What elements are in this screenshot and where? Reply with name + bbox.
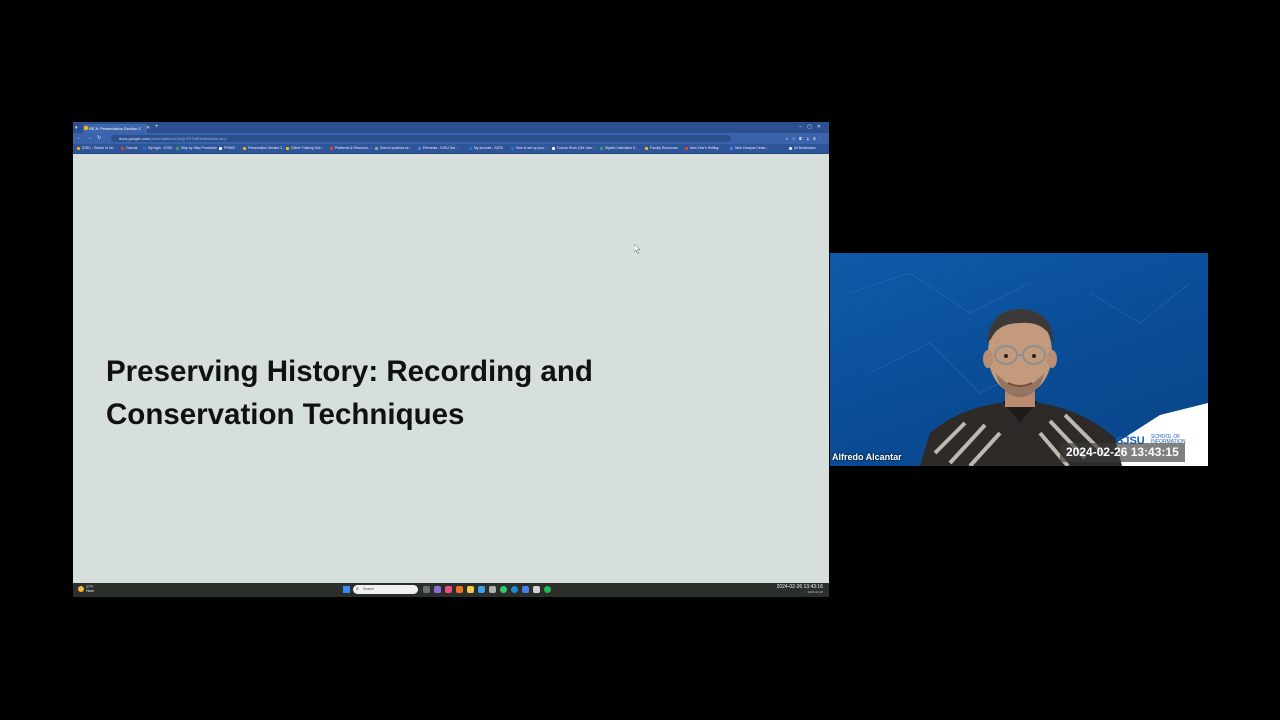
bookmarks-bar: SJSU - School of Inf... Canvas My login … bbox=[73, 144, 829, 154]
bookmark-item[interactable]: My account - SJSU bbox=[469, 144, 503, 153]
bookmark-icon bbox=[243, 146, 246, 150]
bookmark-item[interactable]: How AI systems se... bbox=[375, 144, 411, 153]
tab-presentation[interactable]: RE-9: Preservation Section 2 bbox=[83, 124, 147, 133]
folder-icon bbox=[789, 146, 792, 150]
bookmark-icon bbox=[143, 146, 146, 150]
bookmark-item[interactable]: SJSU - School of Inf... bbox=[77, 144, 115, 153]
bookmark-icon bbox=[552, 146, 555, 150]
bookmark-item[interactable]: New Campus Cente... bbox=[730, 144, 768, 153]
tab-search-icon[interactable]: ▾ bbox=[75, 124, 78, 133]
participant-name: Alfredo Alcantar bbox=[832, 452, 902, 462]
mail-app-icon[interactable] bbox=[478, 586, 485, 593]
url-domain: docs.google.com bbox=[119, 136, 150, 141]
slides-favicon-icon bbox=[84, 126, 88, 130]
bookmark-item[interactable]: New Year's Writing... bbox=[685, 144, 721, 153]
bookmark-icon bbox=[375, 146, 378, 150]
taskbar-clock[interactable]: 2024-02-26 13:43:16 2024-02-26 bbox=[777, 584, 823, 594]
recording-timestamp: 2024-02-26 13:43:15 bbox=[1060, 443, 1185, 462]
bookmark-item[interactable]: Elements - SJSU Gal... bbox=[418, 144, 458, 153]
window-controls[interactable]: –▢✕ bbox=[799, 123, 826, 132]
bookmark-item[interactable]: PRIMO bbox=[219, 144, 235, 153]
new-tab-icon[interactable]: + bbox=[155, 123, 159, 132]
bookmark-item[interactable]: Course Rush (Old Cam... bbox=[552, 144, 595, 153]
windows-taskbar: 27°F Haze ⌕ Search 2024-02-26 13:43:16 20… bbox=[73, 583, 829, 597]
screen-share: ▾ RE-9: Preservation Section 2 ✕ + –▢✕ ←… bbox=[73, 122, 829, 597]
bookmark-item[interactable]: Faculty Resources bbox=[645, 144, 678, 153]
bookmark-item[interactable]: All Bookmarks bbox=[789, 144, 816, 153]
browser-app-icon[interactable] bbox=[456, 586, 463, 593]
app-icon[interactable] bbox=[489, 586, 496, 593]
bookmark-icon bbox=[469, 146, 472, 150]
windows-start-icon[interactable] bbox=[343, 586, 350, 593]
taskbar-search[interactable]: ⌕ Search bbox=[353, 585, 418, 594]
weather-desc: Haze bbox=[86, 589, 95, 593]
clock-date: 2024-02-26 bbox=[807, 590, 823, 594]
reload-icon[interactable]: ↻ bbox=[97, 133, 101, 144]
slide-title: Preserving History: Recording and Conser… bbox=[106, 355, 593, 431]
bookmark-item[interactable]: Digital Collections S... bbox=[600, 144, 638, 153]
browser-tabstrip: ▾ RE-9: Preservation Section 2 ✕ + –▢✕ bbox=[73, 122, 829, 133]
app-icon[interactable] bbox=[445, 586, 452, 593]
address-url: docs.google.com/presentation/d/1bQnFhTr8… bbox=[119, 135, 227, 142]
app-icon[interactable] bbox=[533, 586, 540, 593]
bookmark-icon bbox=[176, 146, 179, 150]
bookmark-item[interactable]: Platforms & Resource... bbox=[330, 144, 371, 153]
url-path: /presentation/d/1bQnFhTr8E/edit#slide=id… bbox=[149, 136, 227, 141]
search-placeholder: Search bbox=[363, 587, 375, 591]
tab-close-icon[interactable]: ✕ bbox=[146, 124, 150, 133]
bookmark-icon bbox=[121, 146, 124, 150]
tab-title: RE-9: Preservation Section 2 bbox=[89, 126, 141, 131]
bookmark-icon bbox=[330, 146, 333, 150]
bookmark-icon bbox=[730, 146, 733, 150]
task-view-icon[interactable] bbox=[423, 586, 430, 593]
bookmark-icon bbox=[645, 146, 648, 150]
bookmark-item[interactable]: Preservation Section 2... bbox=[243, 144, 285, 153]
chrome-app-icon[interactable] bbox=[500, 586, 507, 593]
bookmark-item[interactable]: My login - SJSU bbox=[143, 144, 172, 153]
webcam-video: SJSU SCHOOL OF INFORMATION Alfredo Alcan… bbox=[830, 253, 1208, 466]
browser-tool-icons[interactable]: ⌕☆◧⬇⚙⋮ bbox=[786, 133, 825, 144]
browser-toolbar: ← → ↻ docs.google.com/presentation/d/1bQ… bbox=[73, 133, 829, 144]
bookmark-icon bbox=[286, 146, 289, 150]
bookmark-icon bbox=[219, 146, 222, 150]
file-explorer-icon[interactable] bbox=[467, 586, 474, 593]
weather-icon bbox=[78, 586, 84, 592]
app-icon[interactable] bbox=[522, 586, 529, 593]
bookmark-item[interactable]: Online Training Sub... bbox=[286, 144, 324, 153]
bookmark-item[interactable]: How to set up your... bbox=[511, 144, 547, 153]
forward-icon[interactable]: → bbox=[87, 133, 92, 144]
bookmark-item[interactable]: Canvas bbox=[121, 144, 138, 153]
bookmark-icon bbox=[418, 146, 421, 150]
bookmark-item[interactable]: Step by Step Procedure bbox=[176, 144, 217, 153]
mouse-cursor-icon bbox=[633, 241, 641, 259]
bookmark-icon bbox=[600, 146, 603, 150]
back-icon[interactable]: ← bbox=[77, 133, 82, 144]
bookmark-icon bbox=[685, 146, 688, 150]
spotify-app-icon[interactable] bbox=[544, 586, 551, 593]
edge-app-icon[interactable] bbox=[511, 586, 518, 593]
bookmark-icon bbox=[77, 146, 80, 150]
participant-avatar bbox=[920, 308, 1122, 466]
bookmark-icon bbox=[511, 146, 514, 150]
chat-app-icon[interactable] bbox=[434, 586, 441, 593]
search-icon: ⌕ bbox=[356, 586, 359, 592]
address-bar[interactable]: docs.google.com/presentation/d/1bQnFhTr8… bbox=[111, 135, 731, 142]
